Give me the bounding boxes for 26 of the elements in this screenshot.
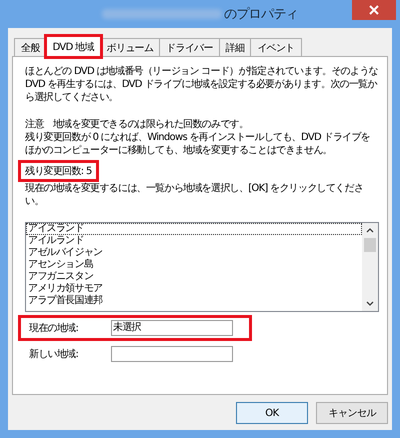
instruction-text: 現在の地域を変更するには、一覧から地域を選択し、[OK] をクリックしてください。 [25,182,364,208]
window-title: のプロパティ [224,6,298,23]
region-list[interactable]: アイスランド アイルランド アゼルバイジャン アセンション島 アフガニスタン アメリカ領サモア アラブ首長国連邦 [25,222,379,312]
tab[interactable]: 全般 [14,38,47,56]
region-item[interactable]: アセンション島 [26,259,362,271]
region-item[interactable]: アゼルバイジャン [26,247,362,259]
tab[interactable]: イベント [250,38,302,56]
tab[interactable]: DVD 地域 [46,36,101,57]
field-label: 現在の地域: [28,322,80,335]
region-item[interactable]: アイルランド [26,235,362,247]
region-item[interactable]: アラブ首長国連邦 [26,295,362,307]
close-button[interactable] [352,0,396,20]
scrollbar[interactable] [362,223,378,311]
notice-text: 注意 地域を変更できるのは限られた回数のみです。 [25,118,250,131]
dialog-button[interactable]: キャンセル [316,402,388,424]
region-field: 未選択 [111,320,233,336]
scroll-thumb[interactable] [364,238,376,252]
close-icon [369,5,379,15]
region-item[interactable]: アメリカ領サモア [26,283,362,295]
field-label: 新しい地域: [28,348,80,361]
region-item[interactable]: アイスランド [26,223,362,235]
region-item[interactable]: アフガニスタン [26,271,362,283]
remaining-count: 残り変更回数: 5 [21,163,96,179]
notice-text: 残り変更回数が 0 になれば、Windows を再インストールしても、DVD ドライブをほかのコンピューターに移動しても、地域を変更することはできません。 [25,131,371,157]
dialog-button[interactable]: OK [236,402,308,424]
intro-text: ほとんどの DVD は地域番号（リージョン コード）が指定されています。そのような DVD を再生するには、DVD ドライブに地域を設定する必要があります。次の一覧から選択してください。 [25,65,379,104]
